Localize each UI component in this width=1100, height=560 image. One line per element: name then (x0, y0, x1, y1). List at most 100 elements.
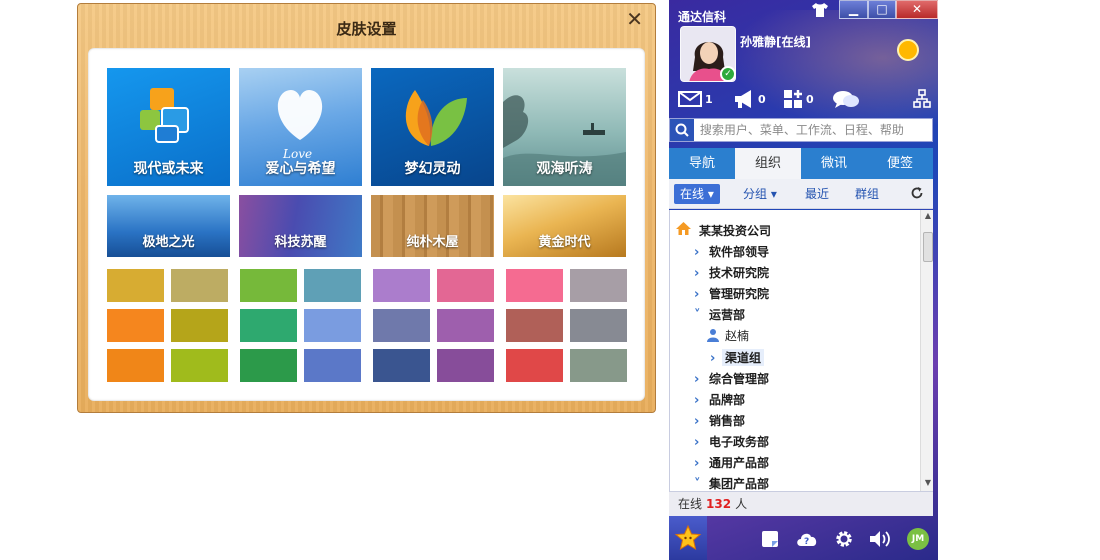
chevron-down-icon[interactable]: ˅ (694, 477, 701, 491)
tree-dept-item[interactable]: 品牌部 (709, 391, 745, 408)
chevron-right-icon[interactable]: › (710, 351, 715, 366)
theme-golden-age[interactable]: 黄金时代 (503, 195, 626, 257)
user-name[interactable]: 孙雅静[在线] (740, 33, 811, 50)
chevron-right-icon[interactable]: › (694, 287, 699, 302)
chevron-right-icon[interactable]: › (694, 435, 699, 450)
tree-root[interactable]: 某某投资公司 (699, 222, 771, 239)
color-swatch[interactable] (437, 269, 494, 302)
maximize-button[interactable]: □ (868, 0, 896, 19)
tab-navigation[interactable]: 导航 (669, 148, 735, 179)
chat-button[interactable] (832, 88, 860, 110)
color-swatch[interactable] (304, 349, 361, 382)
tree-dept-item[interactable]: 渠道组 (722, 348, 765, 366)
broadcast-button[interactable]: 0 (733, 88, 766, 110)
window-close-button[interactable]: ✕ (896, 0, 938, 19)
tab-micro-message[interactable]: 微讯 (801, 148, 867, 179)
chevron-right-icon[interactable]: › (694, 456, 699, 471)
refresh-icon[interactable] (910, 186, 924, 200)
tree-dept-item[interactable]: 运营部 (709, 306, 745, 323)
tab-organization[interactable]: 组织 (735, 148, 801, 179)
chevron-right-icon[interactable]: › (694, 245, 699, 260)
main-tabs: 导航 组织 微讯 便签 (669, 148, 933, 179)
close-icon[interactable]: ✕ (626, 9, 643, 29)
color-swatch[interactable] (107, 269, 164, 302)
theme-wood-house[interactable]: 纯朴木屋 (371, 195, 494, 257)
tree-dept-item[interactable]: 销售部 (709, 412, 745, 429)
color-swatch[interactable] (373, 269, 430, 302)
skin-shirt-icon[interactable] (811, 2, 829, 18)
scroll-thumb[interactable] (923, 232, 933, 262)
color-swatch[interactable] (373, 309, 430, 342)
color-swatch[interactable] (570, 269, 627, 302)
theme-sea-waves[interactable]: 观海听涛 (503, 68, 626, 186)
apps-button[interactable]: 0 (783, 88, 814, 110)
org-chart-icon[interactable] (913, 89, 931, 108)
theme-love-hope[interactable]: Love 爱心与希望 (239, 68, 362, 186)
mail-button[interactable]: 1 (678, 88, 713, 110)
tab-notes[interactable]: 便签 (867, 148, 933, 179)
tree-dept-item[interactable]: 通用产品部 (709, 454, 769, 471)
chevron-down-icon[interactable]: ˅ (694, 308, 701, 323)
chevron-right-icon[interactable]: › (694, 414, 699, 429)
chevron-right-icon[interactable]: › (694, 372, 699, 387)
color-swatch[interactable] (373, 349, 430, 382)
theme-modern-future[interactable]: 现代或未来 (107, 68, 230, 186)
theme-polar-light[interactable]: 极地之光 (107, 195, 230, 257)
skin-panel: 现代或未来 Love 爱心与希望 梦幻灵动 观海听涛 极地之光 科技苏醒 纯朴木… (88, 48, 645, 401)
color-swatch[interactable] (506, 349, 563, 382)
color-swatch[interactable] (506, 269, 563, 302)
scroll-up-arrow-icon[interactable]: ▲ (921, 211, 933, 223)
theme-dreamy[interactable]: 梦幻灵动 (371, 68, 494, 186)
app-title: 通达信科 (678, 10, 727, 24)
color-swatch[interactable] (171, 269, 228, 302)
color-swatch[interactable] (240, 349, 297, 382)
color-swatch[interactable] (570, 309, 627, 342)
gear-icon[interactable] (834, 529, 854, 549)
filter-groups[interactable]: 群组 (855, 185, 879, 202)
search-input[interactable] (699, 120, 932, 140)
scroll-down-arrow-icon[interactable]: ▼ (921, 478, 933, 490)
tree-dept-item[interactable]: 软件部领导 (709, 243, 769, 260)
jm-icon[interactable]: JM (907, 528, 929, 550)
mail-icon (678, 91, 702, 107)
start-menu-button[interactable] (669, 516, 707, 560)
online-count: 132 (706, 497, 732, 511)
chevron-right-icon[interactable]: › (694, 393, 699, 408)
color-swatch[interactable] (506, 309, 563, 342)
online-check-icon: ✓ (720, 66, 736, 82)
color-swatch[interactable] (304, 269, 361, 302)
tree-scrollbar[interactable]: ▲ ▼ (920, 210, 933, 491)
sun-weather-icon[interactable] (894, 36, 922, 64)
tree-dept-item[interactable]: 管理研究院 (709, 285, 769, 302)
color-swatch[interactable] (107, 349, 164, 382)
color-swatch[interactable] (171, 349, 228, 382)
color-swatch[interactable] (304, 309, 361, 342)
tree-dept-item[interactable]: 技术研究院 (709, 264, 769, 281)
color-swatch[interactable] (437, 309, 494, 342)
tree-user-item[interactable]: 赵楠 (725, 327, 749, 344)
filter-bar: 在线 ▾ 分组 ▾ 最近 群组 (669, 179, 933, 209)
color-swatch[interactable] (107, 309, 164, 342)
tree-dept-item[interactable]: 电子政务部 (709, 433, 769, 450)
color-swatch[interactable] (171, 309, 228, 342)
color-swatch[interactable] (240, 269, 297, 302)
theme-label: 观海听涛 (536, 161, 593, 177)
tree-dept-item[interactable]: 综合管理部 (709, 370, 769, 387)
search-box (669, 118, 933, 142)
filter-online-dropdown[interactable]: 在线 ▾ (674, 184, 720, 204)
color-swatch[interactable] (570, 349, 627, 382)
color-swatch[interactable] (240, 309, 297, 342)
help-cloud-icon[interactable]: ? (795, 529, 819, 549)
filter-recent[interactable]: 最近 (805, 185, 829, 202)
minimize-button[interactable]: ▁ (839, 0, 868, 19)
chevron-right-icon[interactable]: › (694, 266, 699, 281)
color-swatch[interactable] (437, 349, 494, 382)
filter-group-dropdown[interactable]: 分组 ▾ (743, 185, 777, 202)
note-icon[interactable] (760, 529, 780, 549)
theme-label: 现代或未来 (133, 161, 204, 177)
tree-dept-item[interactable]: 集团产品部 (709, 475, 769, 491)
search-icon[interactable] (670, 119, 694, 141)
volume-icon[interactable] (868, 529, 892, 549)
theme-tech-awake[interactable]: 科技苏醒 (239, 195, 362, 257)
broadcast-count: 0 (758, 92, 766, 106)
